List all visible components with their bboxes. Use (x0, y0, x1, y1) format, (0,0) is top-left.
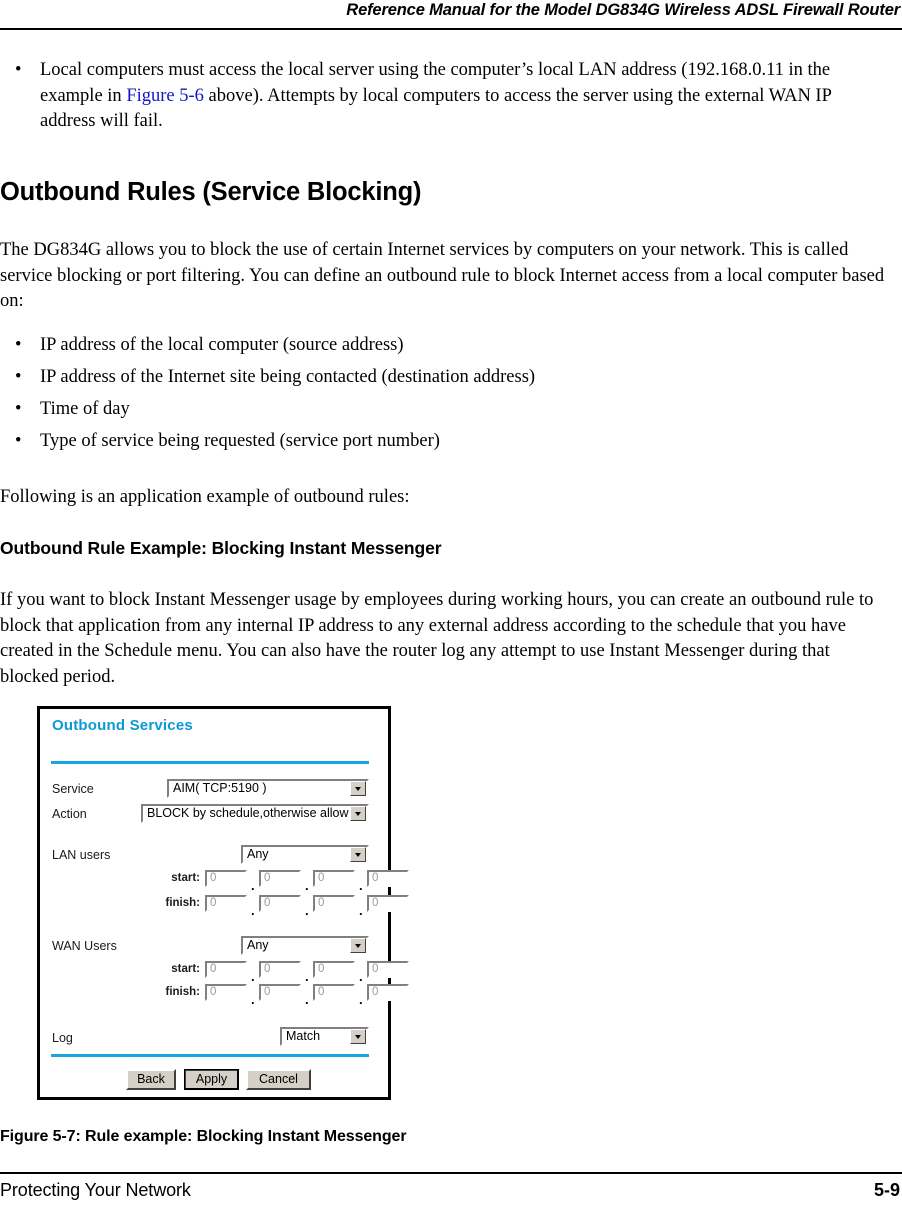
ip-separator: . (251, 992, 255, 1007)
bullet-marker: • (15, 367, 22, 387)
cancel-button[interactable]: Cancel (246, 1069, 311, 1090)
lan-users-label: LAN users (52, 848, 111, 862)
section-paragraph: The DG834G allows you to block the use o… (0, 240, 885, 311)
ip-separator: . (305, 903, 309, 918)
page-number: 5-9 (873, 1180, 900, 1200)
log-select-value: Match (286, 1029, 321, 1043)
log-label: Log (52, 1031, 73, 1045)
list-item: • IP address of the Internet site being … (0, 365, 902, 397)
ip-separator: . (359, 878, 363, 893)
list-item: • Local computers must access the local … (0, 58, 902, 135)
manual-title: Reference Manual for the Model DG834G Wi… (346, 1, 900, 19)
lan-finish-label: finish: (165, 897, 201, 909)
router-admin-screenshot: Outbound Services Service AIM( TCP:5190 … (37, 706, 409, 1100)
list-item: • IP address of the local computer (sour… (0, 333, 902, 365)
figure-5-6-link[interactable]: Figure 5-6 (126, 86, 204, 106)
service-select-value: AIM( TCP:5190 ) (173, 781, 267, 795)
subsection-paragraph: If you want to block Instant Messenger u… (0, 590, 874, 687)
lan-users-select-value: Any (247, 847, 269, 861)
wan-finish-octet-3[interactable]: 0 (313, 984, 355, 1001)
outbound-criteria-list: • IP address of the local computer (sour… (0, 333, 902, 461)
list-item-label: IP address of the Internet site being co… (40, 367, 536, 387)
ip-separator: . (305, 969, 309, 984)
lan-finish-octet-4[interactable]: 0 (367, 895, 409, 912)
bullet-marker: • (15, 431, 22, 451)
apply-button[interactable]: Apply (184, 1069, 239, 1090)
wan-finish-label: finish: (165, 986, 201, 998)
panel-bottom-divider (51, 1054, 369, 1057)
wan-start-label: start: (171, 963, 200, 975)
section-heading: Outbound Rules (Service Blocking) (0, 178, 422, 206)
chevron-down-icon[interactable] (350, 1029, 366, 1044)
lan-start-octet-3[interactable]: 0 (313, 870, 355, 887)
wan-start-octet-2[interactable]: 0 (259, 961, 301, 978)
lan-finish-octet-1[interactable]: 0 (205, 895, 247, 912)
list-item-label: Type of service being requested (service… (40, 431, 440, 451)
outbound-services-title: Outbound Services (52, 717, 193, 734)
ip-separator: . (359, 969, 363, 984)
footer-chapter-name: Protecting Your Network (0, 1180, 191, 1200)
ip-separator: . (359, 992, 363, 1007)
wan-users-select[interactable]: Any (241, 936, 369, 955)
ip-separator: . (359, 903, 363, 918)
ip-separator: . (251, 878, 255, 893)
log-select[interactable]: Match (280, 1027, 369, 1046)
ip-separator: . (305, 992, 309, 1007)
service-label: Service (52, 782, 94, 796)
figure-caption: Figure 5-7: Rule example: Blocking Insta… (0, 1128, 407, 1145)
ip-separator: . (251, 903, 255, 918)
wan-finish-octet-2[interactable]: 0 (259, 984, 301, 1001)
subsection-heading: Outbound Rule Example: Blocking Instant … (0, 538, 442, 558)
service-select[interactable]: AIM( TCP:5190 ) (167, 779, 369, 798)
action-select[interactable]: BLOCK by schedule,otherwise allow (141, 804, 369, 823)
action-select-value: BLOCK by schedule,otherwise allow (147, 806, 349, 820)
lan-users-select[interactable]: Any (241, 845, 369, 864)
page-header: Reference Manual for the Model DG834G Wi… (0, 0, 902, 30)
page-footer: Protecting Your Network 5-9 (0, 1172, 902, 1210)
following-example-text: Following is an application example of o… (0, 487, 410, 507)
back-button[interactable]: Back (126, 1069, 176, 1090)
wan-users-label: WAN Users (52, 939, 117, 953)
wan-start-octet-4[interactable]: 0 (367, 961, 409, 978)
panel-top-divider (51, 761, 369, 764)
lan-finish-octet-3[interactable]: 0 (313, 895, 355, 912)
lan-start-octet-2[interactable]: 0 (259, 870, 301, 887)
ip-separator: . (251, 969, 255, 984)
chevron-down-icon[interactable] (350, 806, 366, 821)
chevron-down-icon[interactable] (350, 781, 366, 796)
wan-start-octet-1[interactable]: 0 (205, 961, 247, 978)
bullet-marker: • (15, 335, 22, 355)
list-item-label: Time of day (40, 399, 130, 419)
lan-start-octet-4[interactable]: 0 (367, 870, 409, 887)
wan-start-octet-3[interactable]: 0 (313, 961, 355, 978)
list-item: • Type of service being requested (servi… (0, 429, 902, 461)
wan-finish-octet-4[interactable]: 0 (367, 984, 409, 1001)
list-item: • Time of day (0, 397, 902, 429)
bullet-marker: • (15, 60, 22, 80)
action-label: Action (52, 807, 87, 821)
header-divider (0, 28, 902, 30)
chevron-down-icon[interactable] (350, 938, 366, 953)
bullet-marker: • (15, 399, 22, 419)
list-item-label: IP address of the local computer (source… (40, 335, 404, 355)
lan-start-octet-1[interactable]: 0 (205, 870, 247, 887)
wan-finish-octet-1[interactable]: 0 (205, 984, 247, 1001)
footer-divider (0, 1172, 902, 1174)
chevron-down-icon[interactable] (350, 847, 366, 862)
lan-start-label: start: (171, 872, 200, 884)
ip-separator: . (305, 878, 309, 893)
lan-finish-octet-2[interactable]: 0 (259, 895, 301, 912)
wan-users-select-value: Any (247, 938, 269, 952)
